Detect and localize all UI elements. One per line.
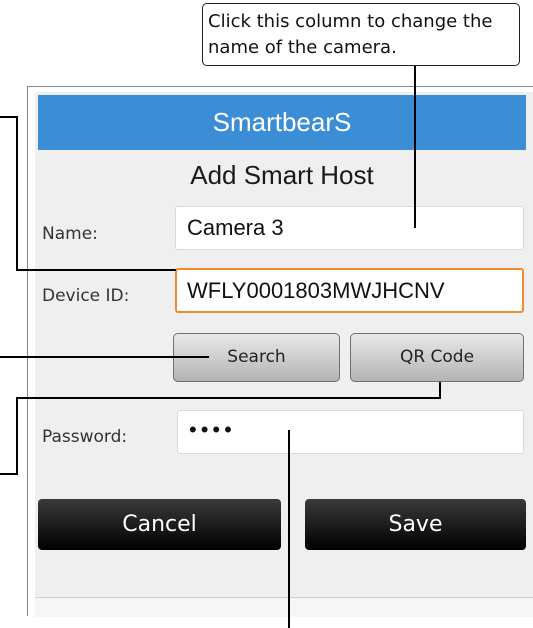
password-label: Password: [42,427,128,447]
callout-line-1: Click this column to change the [208,11,493,32]
cancel-button[interactable]: Cancel [38,499,281,550]
camera-name-field[interactable]: Camera 3 [175,206,524,250]
device-id-label: Device ID: [42,286,130,306]
password-masked-value: •••• [189,417,236,442]
device-id-value: WFLY0001803MWJHCNV [187,278,445,303]
annotation-callout: Click this column to change the name of … [202,3,520,66]
search-button[interactable]: Search [173,333,340,382]
password-field[interactable]: •••• [177,410,524,454]
name-label: Name: [42,224,98,244]
device-id-field[interactable]: WFLY0001803MWJHCNV [175,268,524,313]
qr-code-button[interactable]: QR Code [350,333,524,382]
app-title-bar: SmartbearS [38,95,526,150]
camera-name-value: Camera 3 [187,215,284,240]
save-button[interactable]: Save [305,499,526,550]
figure: Click this column to change the name of … [0,0,533,628]
screen-bottom-strip [35,597,533,617]
page-title: Add Smart Host [190,160,374,190]
callout-line-2: name of the camera. [208,37,397,58]
